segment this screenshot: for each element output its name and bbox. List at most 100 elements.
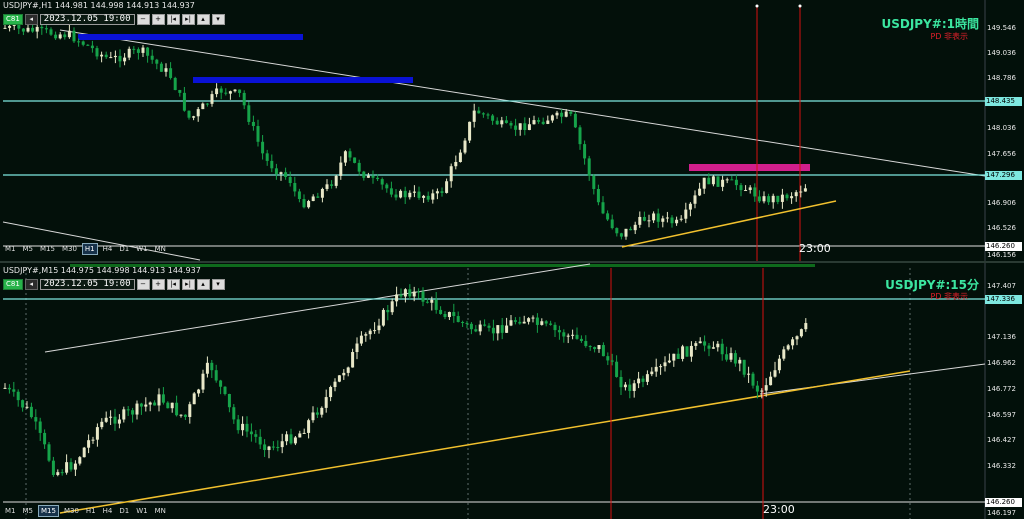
candle-body (747, 373, 751, 375)
candle-body (146, 47, 150, 56)
candle-body (711, 347, 715, 349)
h1-first-button[interactable]: |◂ (166, 13, 180, 25)
candle-body (251, 121, 255, 127)
candle-body (564, 111, 568, 117)
timeframe-m5[interactable]: M5 (21, 506, 36, 516)
timeframe-m30[interactable]: M30 (60, 244, 79, 254)
candle-body (403, 289, 407, 297)
candle-body (509, 122, 513, 126)
candle-body (439, 309, 443, 314)
m15-first-button[interactable]: |◂ (166, 278, 180, 290)
m15-scroll-left-button[interactable]: ◂ (24, 278, 38, 290)
timeframe-m15[interactable]: M15 (38, 504, 59, 517)
m15-chart-canvas[interactable] (0, 263, 1024, 519)
candle-body (541, 121, 545, 124)
candle-body (742, 359, 746, 375)
candle-body (175, 402, 179, 416)
timeframe-h4[interactable]: H4 (101, 244, 115, 254)
candle-body (546, 120, 550, 124)
timeframe-d1[interactable]: D1 (117, 244, 131, 254)
candle-body (760, 390, 764, 392)
m15-period-badge[interactable]: C81 (3, 278, 23, 290)
candle-body (619, 376, 623, 388)
candle-body (725, 179, 729, 181)
candle-body (3, 27, 7, 29)
candle-body (330, 184, 334, 186)
candle-body (51, 460, 55, 475)
m15-last-button[interactable]: ▸| (181, 278, 195, 290)
candle-body (320, 188, 324, 198)
candle-body (293, 183, 297, 192)
candle-body (550, 115, 554, 121)
m15-down-button[interactable]: ▾ (211, 278, 225, 290)
m15-plus-button[interactable]: + (151, 278, 165, 290)
blue-zone-2 (193, 77, 413, 83)
m15-chart-panel[interactable]: USDJPY#,M15 144.975 144.998 144.913 144.… (0, 263, 1024, 519)
candle-body (325, 184, 329, 189)
candle-body (513, 320, 517, 322)
candle-body (139, 403, 143, 407)
h1-minus-button[interactable]: − (136, 13, 150, 25)
candle-body (474, 329, 478, 332)
candle-body (334, 175, 338, 186)
timeframe-h1[interactable]: H1 (84, 506, 98, 516)
candle-body (170, 402, 174, 409)
candle-body (557, 330, 561, 333)
timeframe-h1[interactable]: H1 (81, 242, 98, 255)
timeframe-m1[interactable]: M1 (3, 244, 18, 254)
candle-body (785, 194, 789, 199)
candle-body (447, 312, 451, 318)
candle-body (377, 325, 381, 331)
candle-body (431, 193, 435, 200)
timeframe-mn[interactable]: MN (153, 244, 168, 254)
m15-minus-button[interactable]: − (136, 278, 150, 290)
candle-body (703, 341, 707, 346)
candle-body (77, 41, 81, 43)
h1-scroll-left-button[interactable]: ◂ (24, 13, 38, 25)
h1-up-button[interactable]: ▴ (196, 13, 210, 25)
timeframe-m15[interactable]: M15 (38, 244, 57, 254)
h1-plus-button[interactable]: + (151, 13, 165, 25)
candle-body (799, 191, 803, 193)
m15-up-button[interactable]: ▴ (196, 278, 210, 290)
candle-body (773, 370, 777, 377)
candle-body (362, 171, 366, 178)
candle-body (707, 177, 711, 185)
timeframe-w1[interactable]: W1 (134, 244, 149, 254)
candle-body (87, 440, 91, 448)
timeframe-m5[interactable]: M5 (21, 244, 36, 254)
m15-price-axis: 147.407 147.336 147.136 146.962 146.772 … (985, 263, 1024, 519)
candle-body (495, 120, 499, 125)
candle-body (58, 34, 62, 39)
m15-datetime-field[interactable]: 2023.12.05 19:00 (39, 278, 135, 290)
timeframe-d1[interactable]: D1 (117, 506, 131, 516)
candle-body (583, 144, 587, 159)
h1-period-badge[interactable]: C81 (3, 13, 23, 25)
candle-body (337, 375, 341, 382)
price-tick: 147.656 (987, 150, 1016, 158)
candle-body (721, 179, 725, 187)
candle-body (7, 387, 11, 390)
timeframe-w1[interactable]: W1 (134, 506, 149, 516)
m15-price-label-cyan: 147.336 (985, 295, 1022, 304)
candle-body (654, 366, 658, 372)
timeframe-h4[interactable]: H4 (101, 506, 115, 516)
candle-body (676, 353, 680, 359)
candle-body (49, 29, 53, 35)
timeframe-m30[interactable]: M30 (62, 506, 81, 516)
h1-chart-panel[interactable]: USDJPY#,H1 144.981 144.998 144.913 144.9… (0, 0, 1024, 261)
candle-body (535, 317, 539, 325)
candle-body (302, 199, 306, 208)
timeframe-mn[interactable]: MN (153, 506, 168, 516)
timeframe-m1[interactable]: M1 (3, 506, 18, 516)
candle-body (619, 233, 623, 237)
candle-body (720, 343, 724, 355)
candle-body (247, 105, 251, 122)
candle-body (113, 55, 117, 58)
h1-chart-canvas[interactable] (0, 0, 1024, 261)
h1-down-button[interactable]: ▾ (211, 13, 225, 25)
candle-body (421, 291, 425, 302)
h1-datetime-field[interactable]: 2023.12.05 19:00 (39, 13, 135, 25)
h1-last-button[interactable]: ▸| (181, 13, 195, 25)
candle-body (288, 177, 292, 184)
